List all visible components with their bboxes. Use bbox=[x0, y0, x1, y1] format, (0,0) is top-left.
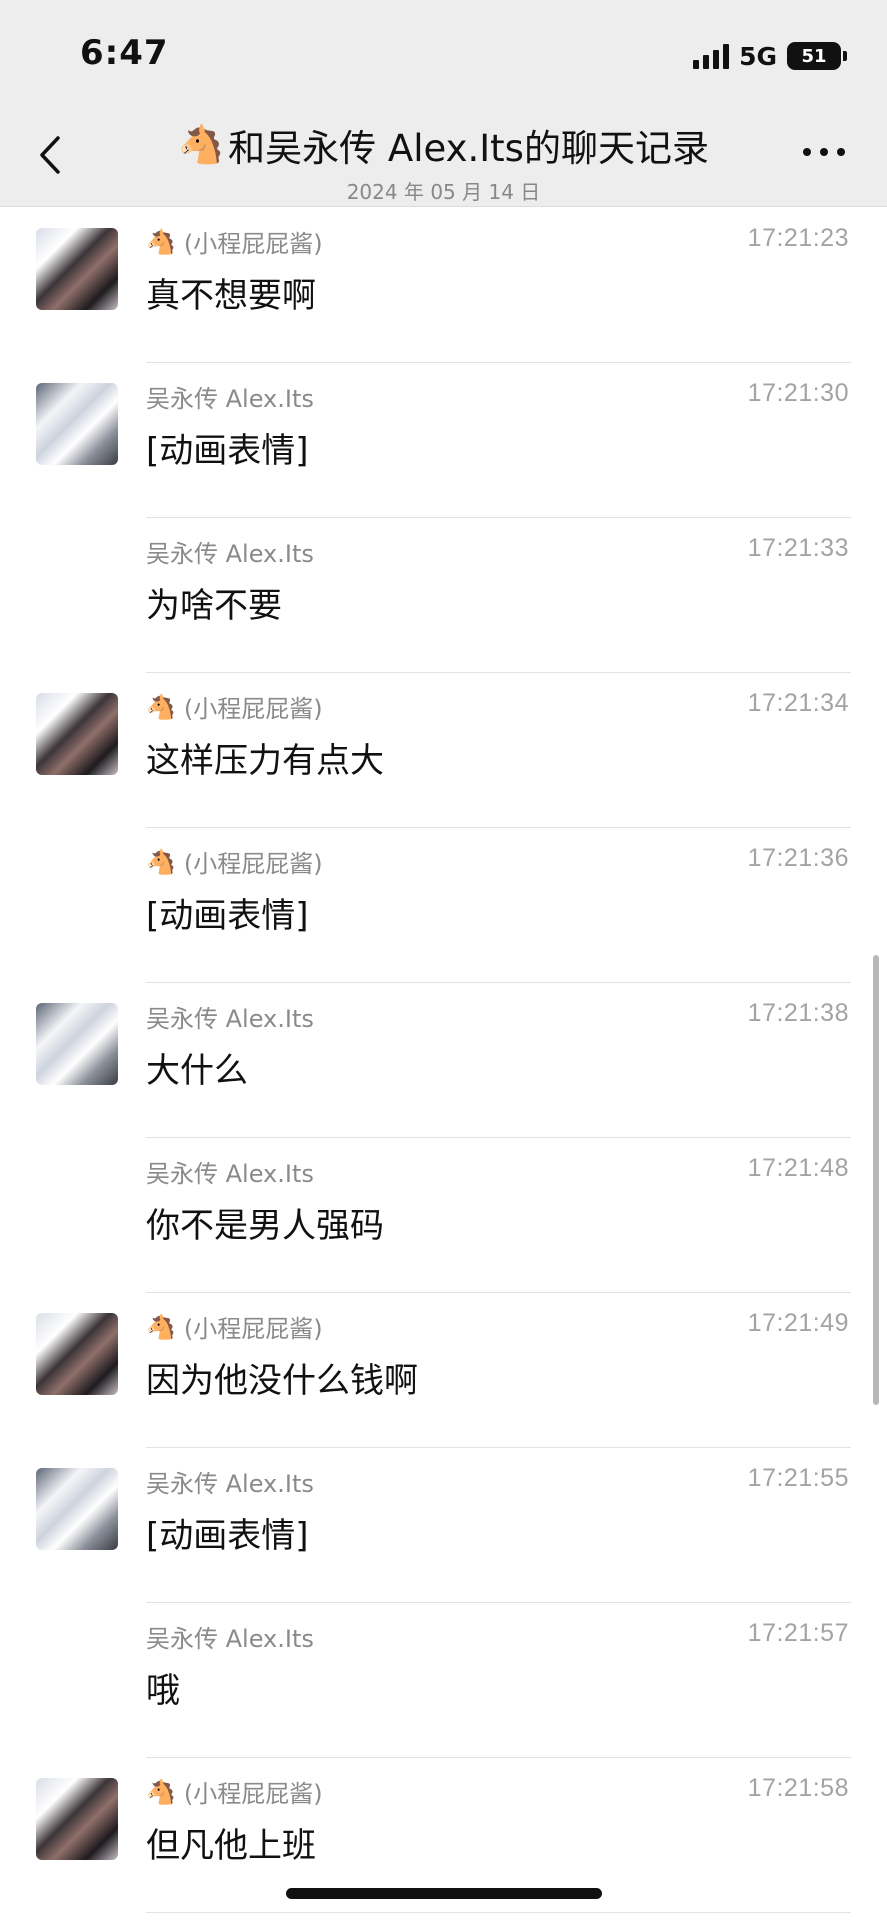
sender-name: 吴永传 Alex.Its bbox=[146, 999, 314, 1034]
sender-name: 🐴 (小程屁屁酱) bbox=[146, 689, 323, 724]
message-text[interactable]: 哦 bbox=[146, 1663, 180, 1712]
page-title: 🐴 和吴永传 Alex.Its的聊天记录 bbox=[178, 118, 709, 172]
sender-label: 吴永传 Alex.Its bbox=[146, 1470, 314, 1498]
message-text[interactable]: 为啥不要 bbox=[146, 578, 282, 627]
home-indicator bbox=[286, 1888, 602, 1899]
signal-icon bbox=[693, 43, 730, 69]
horse-emoji: 🐴 bbox=[146, 1312, 176, 1341]
more-dots-icon bbox=[803, 148, 811, 156]
horse-emoji: 🐴 bbox=[146, 847, 176, 876]
sender-name: 🐴 (小程屁屁酱) bbox=[146, 1774, 323, 1809]
sender-label: (小程屁屁酱) bbox=[183, 1780, 323, 1808]
message-text[interactable]: [动画表情] bbox=[146, 888, 309, 937]
battery-icon: 51 bbox=[787, 42, 847, 70]
message-list[interactable]: 🐴 (小程屁屁酱) 17:21:23 真不想要啊 吴永传 Alex.Its 17:21:3… bbox=[0, 208, 887, 1913]
message-time: 17:21:30 bbox=[747, 379, 849, 407]
message-time: 17:21:58 bbox=[747, 1774, 849, 1802]
message-time: 17:21:48 bbox=[747, 1154, 849, 1182]
sender-name: 吴永传 Alex.Its bbox=[146, 1154, 314, 1189]
avatar[interactable] bbox=[36, 1313, 118, 1395]
sender-label: (小程屁屁酱) bbox=[183, 695, 323, 723]
message-time: 17:21:49 bbox=[747, 1309, 849, 1337]
message-text[interactable]: [动画表情] bbox=[146, 423, 309, 472]
message-time: 17:21:38 bbox=[747, 999, 849, 1027]
sender-name: 吴永传 Alex.Its bbox=[146, 379, 314, 414]
sender-label: 吴永传 Alex.Its bbox=[146, 1160, 314, 1188]
message-row[interactable]: 吴永传 Alex.Its 17:21:57 哦 bbox=[0, 1603, 887, 1758]
message-text[interactable]: 真不想要啊 bbox=[146, 268, 316, 317]
avatar[interactable] bbox=[36, 1003, 118, 1085]
horse-emoji: 🐴 bbox=[146, 692, 176, 721]
avatar[interactable] bbox=[36, 1468, 118, 1550]
sender-label: (小程屁屁酱) bbox=[183, 230, 323, 258]
sender-name: 🐴 (小程屁屁酱) bbox=[146, 1309, 323, 1344]
avatar[interactable] bbox=[36, 383, 118, 465]
status-time: 6:47 bbox=[80, 33, 169, 73]
message-time: 17:21:36 bbox=[747, 844, 849, 872]
horse-emoji: 🐴 bbox=[146, 1777, 176, 1806]
message-text[interactable]: 大什么 bbox=[146, 1043, 248, 1092]
sender-label: 吴永传 Alex.Its bbox=[146, 540, 314, 568]
message-row[interactable]: 吴永传 Alex.Its 17:21:48 你不是男人强码 bbox=[0, 1138, 887, 1293]
network-type: 5G bbox=[739, 41, 777, 71]
horse-emoji: 🐴 bbox=[178, 123, 225, 166]
message-text[interactable]: 因为他没什么钱啊 bbox=[146, 1353, 418, 1402]
message-time: 17:21:23 bbox=[747, 224, 849, 252]
divider bbox=[146, 1912, 851, 1913]
message-text[interactable]: 你不是男人强码 bbox=[146, 1198, 384, 1247]
sender-name: 🐴 (小程屁屁酱) bbox=[146, 844, 323, 879]
sender-label: (小程屁屁酱) bbox=[183, 1315, 323, 1343]
sender-label: 吴永传 Alex.Its bbox=[146, 1625, 314, 1653]
history-date: 2024 年 05 月 14 日 bbox=[346, 180, 541, 204]
sender-name: 吴永传 Alex.Its bbox=[146, 1464, 314, 1499]
message-row[interactable]: 吴永传 Alex.Its 17:21:33 为啥不要 bbox=[0, 518, 887, 673]
message-text[interactable]: 但凡他上班 bbox=[146, 1818, 316, 1867]
back-button[interactable] bbox=[30, 130, 70, 180]
message-text[interactable]: [动画表情] bbox=[146, 1508, 309, 1557]
sender-name: 吴永传 Alex.Its bbox=[146, 1619, 314, 1654]
horse-emoji: 🐴 bbox=[146, 227, 176, 256]
message-text[interactable]: 这样压力有点大 bbox=[146, 733, 384, 782]
message-row[interactable]: 🐴 (小程屁屁酱) 17:21:36 [动画表情] bbox=[0, 828, 887, 983]
sender-name: 吴永传 Alex.Its bbox=[146, 534, 314, 569]
message-row[interactable]: 🐴 (小程屁屁酱) 17:21:34 这样压力有点大 bbox=[0, 673, 887, 828]
sender-label: 吴永传 Alex.Its bbox=[146, 385, 314, 413]
status-indicators: 5G 51 bbox=[693, 38, 847, 74]
chat-header: 🐴 和吴永传 Alex.Its的聊天记录 2024 年 05 月 14 日 bbox=[120, 118, 767, 205]
more-button[interactable] bbox=[803, 148, 845, 156]
message-row[interactable]: 吴永传 Alex.Its 17:21:55 [动画表情] bbox=[0, 1448, 887, 1603]
avatar[interactable] bbox=[36, 228, 118, 310]
message-time: 17:21:57 bbox=[747, 1619, 849, 1647]
message-row[interactable]: 🐴 (小程屁屁酱) 17:21:23 真不想要啊 bbox=[0, 208, 887, 363]
message-row[interactable]: 吴永传 Alex.Its 17:21:30 [动画表情] bbox=[0, 363, 887, 518]
top-bar: 6:47 5G 51 🐴 和吴永传 Alex.Its的聊天记录 2024 年 0… bbox=[0, 0, 887, 207]
battery-level: 51 bbox=[787, 42, 841, 70]
sender-name: 🐴 (小程屁屁酱) bbox=[146, 224, 323, 259]
chevron-left-icon bbox=[40, 136, 60, 174]
page-title-text: 和吴永传 Alex.Its的聊天记录 bbox=[228, 127, 709, 170]
message-time: 17:21:33 bbox=[747, 534, 849, 562]
scrollbar[interactable] bbox=[873, 955, 879, 1405]
avatar[interactable] bbox=[36, 693, 118, 775]
avatar[interactable] bbox=[36, 1778, 118, 1860]
message-row[interactable]: 🐴 (小程屁屁酱) 17:21:49 因为他没什么钱啊 bbox=[0, 1293, 887, 1448]
message-row[interactable]: 吴永传 Alex.Its 17:21:38 大什么 bbox=[0, 983, 887, 1138]
sender-label: 吴永传 Alex.Its bbox=[146, 1005, 314, 1033]
message-time: 17:21:55 bbox=[747, 1464, 849, 1492]
sender-label: (小程屁屁酱) bbox=[183, 850, 323, 878]
message-time: 17:21:34 bbox=[747, 689, 849, 717]
